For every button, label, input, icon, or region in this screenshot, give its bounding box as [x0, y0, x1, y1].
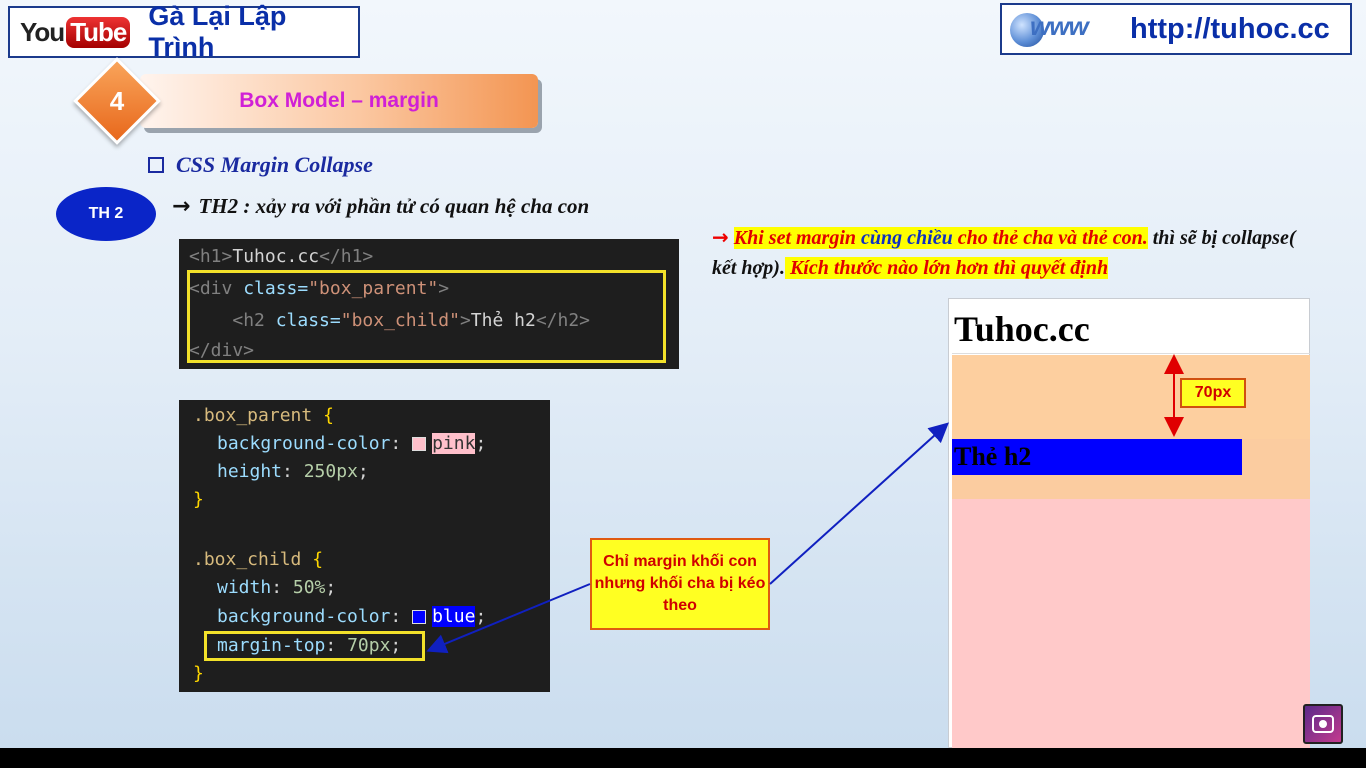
- callout-to-code-arrow: [426, 583, 591, 654]
- connector-arrows: [426, 354, 1184, 654]
- channel-avatar-icon[interactable]: [1303, 704, 1343, 744]
- video-bottom-bar: [0, 748, 1366, 768]
- callout-to-preview-arrow: [769, 422, 949, 585]
